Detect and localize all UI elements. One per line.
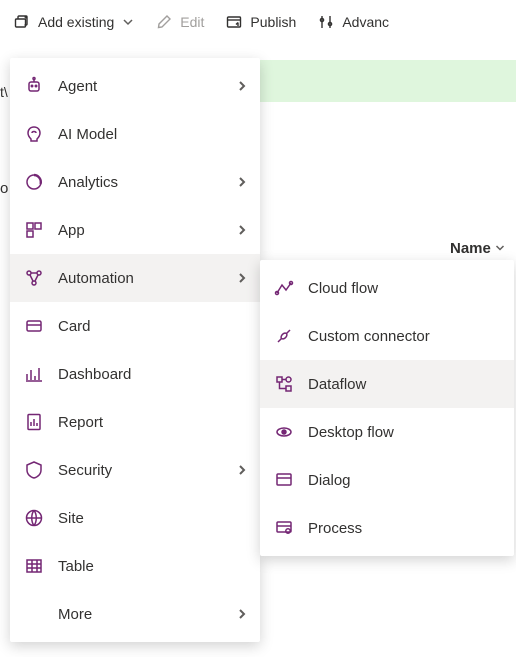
menu-item-label: Dashboard [58,366,248,383]
truncated-text: o [0,180,8,197]
dialog-icon [274,470,294,490]
submenu-item-dataflow[interactable]: Dataflow [260,360,514,408]
advanced-label: Advanc [342,14,389,30]
add-existing-label: Add existing [38,14,114,30]
menu-item-label: Agent [58,78,222,95]
command-bar: Add existing Edit Publish [0,0,516,44]
card-icon [24,316,44,336]
agent-icon [24,76,44,96]
chevron-right-icon [236,176,248,188]
submenu-item-custom-connector[interactable]: Custom connector [260,312,514,360]
chevron-right-icon [236,464,248,476]
add-existing-button[interactable]: Add existing [4,4,144,40]
automation-icon [24,268,44,288]
menu-item-more[interactable]: More [10,590,260,638]
menu-item-label: AI Model [58,126,248,143]
publish-label: Publish [250,14,296,30]
shield-icon [24,460,44,480]
chevron-down-icon [122,16,134,28]
app-icon [24,220,44,240]
chevron-right-icon [236,608,248,620]
add-existing-icon [14,14,30,30]
menu-item-label: More [58,606,222,623]
menu-item-label: Report [58,414,248,431]
submenu-item-label: Desktop flow [308,424,502,441]
connector-icon [274,326,294,346]
chevron-right-icon [236,272,248,284]
truncated-text: t\ [0,84,8,100]
menu-item-label: Automation [58,270,222,287]
menu-item-label: Security [58,462,222,479]
submenu-item-label: Dialog [308,472,502,489]
cloud-flow-icon [274,278,294,298]
publish-icon [226,14,242,30]
menu-item-report[interactable]: Report [10,398,260,446]
submenu-item-dialog[interactable]: Dialog [260,456,514,504]
submenu-item-label: Custom connector [308,328,502,345]
menu-item-app[interactable]: App [10,206,260,254]
chevron-right-icon [236,80,248,92]
edit-label: Edit [180,14,204,30]
menu-item-label: Table [58,558,248,575]
submenu-item-label: Cloud flow [308,280,502,297]
menu-item-agent[interactable]: Agent [10,62,260,110]
analytics-icon [24,172,44,192]
publish-button[interactable]: Publish [216,4,306,40]
submenu-item-desktop-flow[interactable]: Desktop flow [260,408,514,456]
notification-bar [260,60,516,102]
process-icon [274,518,294,538]
edit-icon [156,14,172,30]
menu-item-card[interactable]: Card [10,302,260,350]
menu-item-ai-model[interactable]: AI Model [10,110,260,158]
submenu-item-cloud-flow[interactable]: Cloud flow [260,264,514,312]
report-icon [24,412,44,432]
add-existing-menu: Agent AI Model Analytics App Automation [10,58,260,642]
submenu-item-label: Dataflow [308,376,502,393]
menu-item-label: App [58,222,222,239]
menu-item-automation[interactable]: Automation [10,254,260,302]
chevron-down-icon [495,240,505,257]
menu-item-label: Site [58,510,248,527]
ai-model-icon [24,124,44,144]
menu-item-dashboard[interactable]: Dashboard [10,350,260,398]
automation-submenu: Cloud flow Custom connector Dataflow Des… [260,260,514,556]
submenu-item-label: Process [308,520,502,537]
menu-item-label: Analytics [58,174,222,191]
menu-item-analytics[interactable]: Analytics [10,158,260,206]
desktop-flow-icon [274,422,294,442]
advanced-icon [318,14,334,30]
dataflow-icon [274,374,294,394]
menu-item-security[interactable]: Security [10,446,260,494]
edit-button: Edit [146,4,214,40]
site-icon [24,508,44,528]
column-header-label: Name [450,240,491,257]
column-header-name[interactable]: Name [450,240,505,257]
chevron-right-icon [236,224,248,236]
menu-item-site[interactable]: Site [10,494,260,542]
menu-item-table[interactable]: Table [10,542,260,590]
table-icon [24,556,44,576]
advanced-button[interactable]: Advanc [308,4,399,40]
dashboard-icon [24,364,44,384]
submenu-item-process[interactable]: Process [260,504,514,552]
menu-item-label: Card [58,318,248,335]
